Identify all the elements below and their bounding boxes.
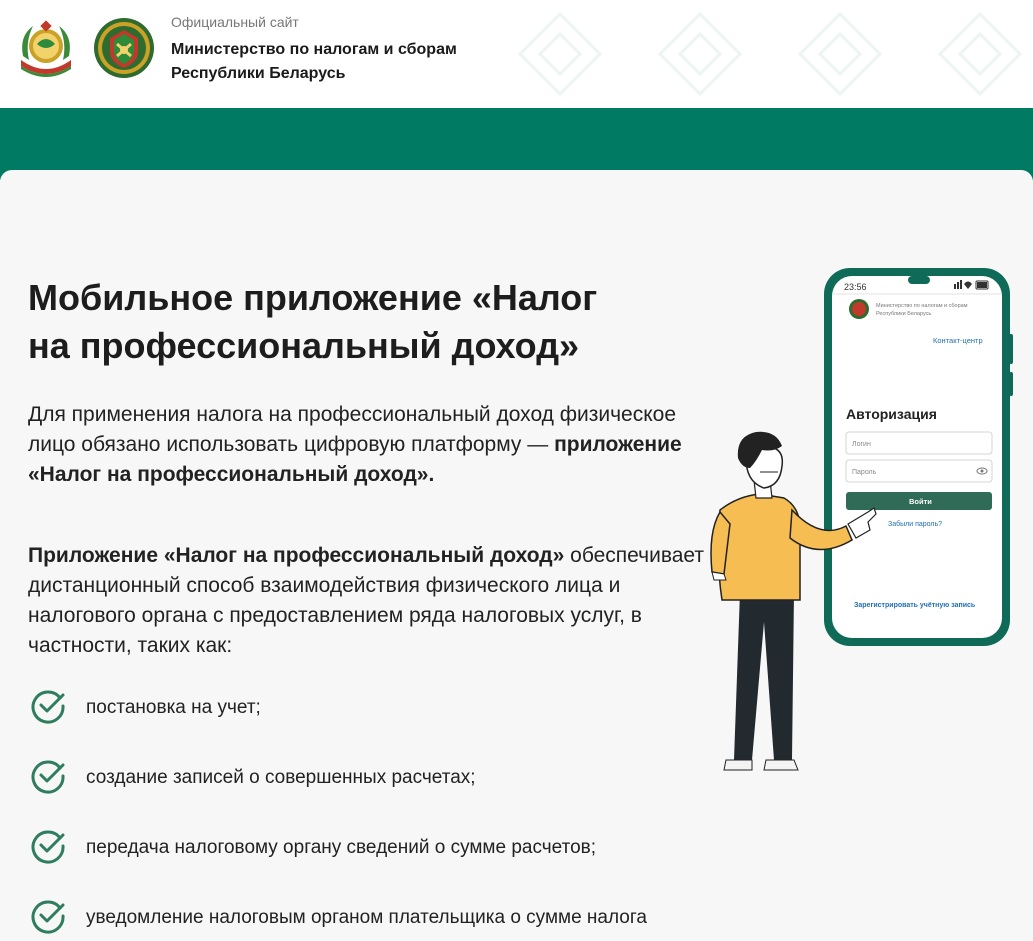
page-title-line1: Мобильное приложение «Налог [28,277,598,318]
ministry-name[interactable]: Министерство по налогам и сборам Республ… [171,38,511,86]
phone-login-button-label: Войти [909,497,932,506]
list-item-text: создание записей о совершенных расчетах; [86,767,476,788]
description-paragraph: Приложение «Налог на профессиональный до… [28,541,718,661]
ministry-name-line1: Министерство по налогам и сборам [171,41,457,58]
list-item-text: постановка на учет; [86,697,261,718]
page-title-line2: на профессиональный доход» [28,325,580,366]
phone-forgot-link[interactable]: Забыли пароль? [888,520,942,528]
check-circle-icon [31,690,65,724]
phone-contact-link[interactable]: Контакт-центр [933,336,983,345]
description-bold-text: Приложение «Налог на профессиональный до… [28,544,565,567]
site-header: Официальный сайт Министерство по налогам… [0,0,1033,108]
intro-paragraph: Для применения налога на профессиональны… [28,400,718,490]
check-circle-icon [31,830,65,864]
check-circle-icon [31,900,65,934]
list-item: передача налоговому органу сведений о су… [30,828,730,898]
phone-login-placeholder: Логин [852,441,871,448]
phone-auth-title: Авторизация [846,406,937,422]
phone-register-link[interactable]: Зарегистрировать учётную запись [854,602,976,609]
list-item: постановка на учет; [30,688,730,758]
phone-ministry-line2: Республики Беларусь [876,311,931,317]
check-circle-icon [31,760,65,794]
ministry-emblem-icon[interactable] [93,16,155,80]
list-item-text: передача налоговому органу сведений о су… [86,837,597,858]
ministry-name-line2: Республики Беларусь [171,65,346,82]
ornament-pattern [517,11,1023,97]
phone-mockup: 23:56 Министерство по налогам и сборам Р… [824,268,1013,646]
phone-password-placeholder: Пароль [852,469,877,476]
phone-ministry-line1: Министерство по налогам и сборам [876,303,968,309]
header-subtitle: Официальный сайт [171,14,299,30]
list-item: уведомление налоговым органом плательщик… [30,898,730,941]
page-title: Мобильное приложение «Налог на профессио… [28,274,668,370]
app-illustration: 23:56 Министерство по налогам и сборам Р… [710,268,1013,771]
list-item-text: уведомление налоговым органом плательщик… [86,907,647,928]
services-list: постановка на учет; создание записей о с… [30,688,730,941]
list-item: создание записей о совершенных расчетах; [30,758,730,828]
belarus-emblem-icon[interactable] [15,16,77,80]
phone-time: 23:56 [844,282,867,292]
